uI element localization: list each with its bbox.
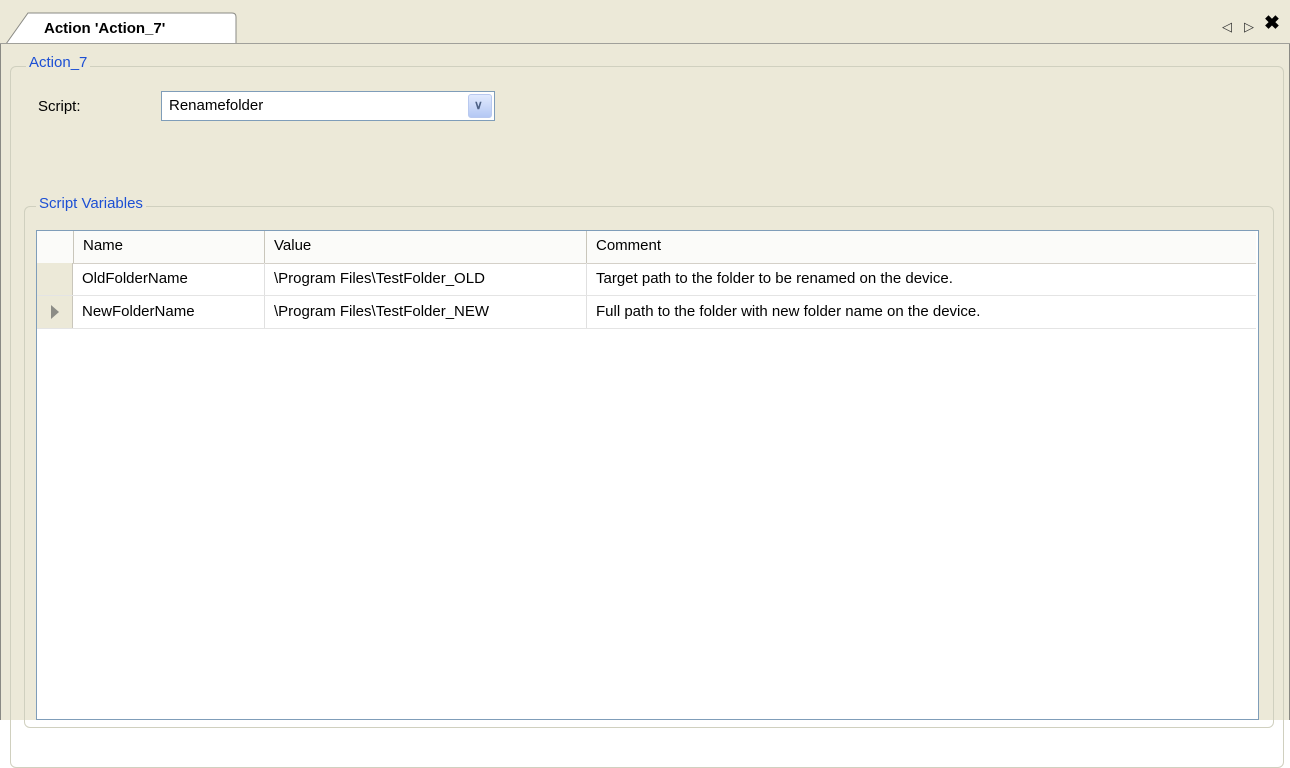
script-label: Script:	[38, 98, 81, 115]
cell-name[interactable]: OldFolderName	[73, 263, 264, 295]
cell-value[interactable]: \Program Files\TestFolder_OLD	[264, 263, 586, 295]
action-group-legend: Action_7	[26, 54, 91, 71]
variables-grid[interactable]: Name Value Comment OldFolderName \Progra…	[36, 230, 1259, 720]
script-selected-value: Renamefolder	[169, 97, 264, 114]
current-row-indicator-icon	[51, 305, 59, 319]
cell-comment[interactable]: Target path to the folder to be renamed …	[586, 263, 1256, 295]
tab-action-7[interactable]: Action 'Action_7'	[6, 12, 237, 45]
chevron-down-icon: ∨	[474, 98, 483, 112]
table-row[interactable]: NewFolderName \Program Files\TestFolder_…	[37, 296, 1256, 329]
tab-title: Action 'Action_7'	[44, 20, 166, 37]
scroll-right-icon[interactable]: ▷	[1244, 20, 1254, 34]
row-header[interactable]	[37, 263, 73, 295]
table-row[interactable]: OldFolderName \Program Files\TestFolder_…	[37, 263, 1256, 296]
cell-comment[interactable]: Full path to the folder with new folder …	[586, 296, 1256, 328]
cell-name[interactable]: NewFolderName	[73, 296, 264, 328]
close-icon[interactable]: ✖	[1264, 14, 1280, 33]
column-header-comment[interactable]: Comment	[586, 231, 1256, 263]
grid-header: Name Value Comment	[37, 231, 1256, 264]
cell-value[interactable]: \Program Files\TestFolder_NEW	[264, 296, 586, 328]
row-header[interactable]	[37, 296, 73, 328]
document-tab-strip: Action 'Action_7' ◁ ▷ ✖	[0, 0, 1290, 45]
script-variables-legend: Script Variables	[36, 195, 146, 212]
action-editor-panel: Action_7 Script: Renamefolder ∨ Script V…	[0, 44, 1290, 768]
panel-left-border	[0, 44, 1, 720]
script-select[interactable]: Renamefolder ∨	[161, 91, 495, 121]
column-header-value[interactable]: Value	[264, 231, 587, 263]
dropdown-button[interactable]: ∨	[468, 94, 492, 118]
scroll-left-icon[interactable]: ◁	[1222, 20, 1232, 34]
